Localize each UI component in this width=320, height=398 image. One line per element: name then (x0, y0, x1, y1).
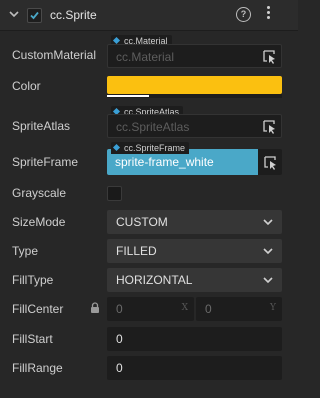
sprite-frame-type-tag: cc.SpriteFrame (111, 142, 190, 154)
component-title: cc.Sprite (50, 8, 97, 22)
color-swatch[interactable] (107, 76, 282, 94)
sprite-atlas-label: SpriteAtlas (12, 119, 71, 133)
sprite-inspector-panel: cc.Sprite ? cc.Material CustomMaterial c… (0, 0, 298, 398)
size-mode-value: CUSTOM (116, 215, 168, 229)
component-enabled-checkbox[interactable] (27, 8, 42, 23)
fill-start-label: FillStart (12, 332, 53, 346)
sprite-atlas-value: cc.SpriteAtlas (116, 120, 190, 134)
fill-range-label: FillRange (12, 361, 63, 375)
custom-material-field[interactable]: cc.Material (107, 44, 282, 68)
fill-center-y-input[interactable]: 0 Y (196, 297, 282, 321)
chevron-down-icon[interactable] (9, 9, 19, 19)
fill-start-input[interactable]: 0 (107, 327, 282, 351)
sprite-atlas-field[interactable]: cc.SpriteAtlas (107, 114, 282, 138)
alpha-fill (107, 95, 149, 97)
asset-picker-icon[interactable] (257, 115, 281, 137)
asset-picker-icon[interactable] (258, 151, 282, 173)
help-icon[interactable]: ? (236, 7, 251, 22)
x-axis-label: X (181, 303, 188, 313)
grayscale-label: Grayscale (12, 186, 67, 200)
type-value: FILLED (116, 244, 157, 258)
lock-icon[interactable] (90, 302, 100, 313)
more-vertical-icon[interactable] (266, 6, 272, 24)
type-select[interactable]: FILLED (107, 239, 282, 263)
custom-material-value: cc.Material (116, 50, 175, 64)
chevron-down-icon (263, 277, 273, 284)
chevron-down-icon (263, 248, 273, 255)
fill-range-input[interactable]: 0 (107, 356, 282, 380)
type-label: Type (12, 244, 39, 258)
sprite-frame-label: SpriteFrame (12, 155, 79, 169)
size-mode-select[interactable]: CUSTOM (107, 210, 282, 234)
fill-center-y-value: 0 (205, 302, 212, 316)
fill-type-label: FillType (12, 273, 54, 287)
fill-center-x-value: 0 (116, 302, 123, 316)
asset-type-icon (112, 143, 121, 152)
y-axis-label: Y (270, 303, 276, 313)
component-header[interactable]: cc.Sprite ? (0, 0, 298, 31)
fill-start-value: 0 (116, 332, 123, 346)
asset-type-icon (112, 36, 121, 45)
fill-type-value: HORIZONTAL (116, 273, 193, 287)
custom-material-label: CustomMaterial (12, 48, 97, 62)
chevron-down-icon (263, 219, 273, 226)
size-mode-label: SizeMode (12, 215, 66, 229)
fill-type-select[interactable]: HORIZONTAL (107, 268, 282, 292)
fill-range-value: 0 (116, 361, 123, 375)
color-label: Color (12, 79, 41, 93)
color-alpha-bar (107, 94, 282, 98)
fill-center-label: FillCenter (12, 302, 64, 316)
asset-picker-icon[interactable] (257, 45, 281, 67)
fill-center-x-input[interactable]: 0 X (107, 297, 194, 321)
grayscale-checkbox[interactable] (107, 186, 122, 201)
check-icon (30, 11, 39, 20)
